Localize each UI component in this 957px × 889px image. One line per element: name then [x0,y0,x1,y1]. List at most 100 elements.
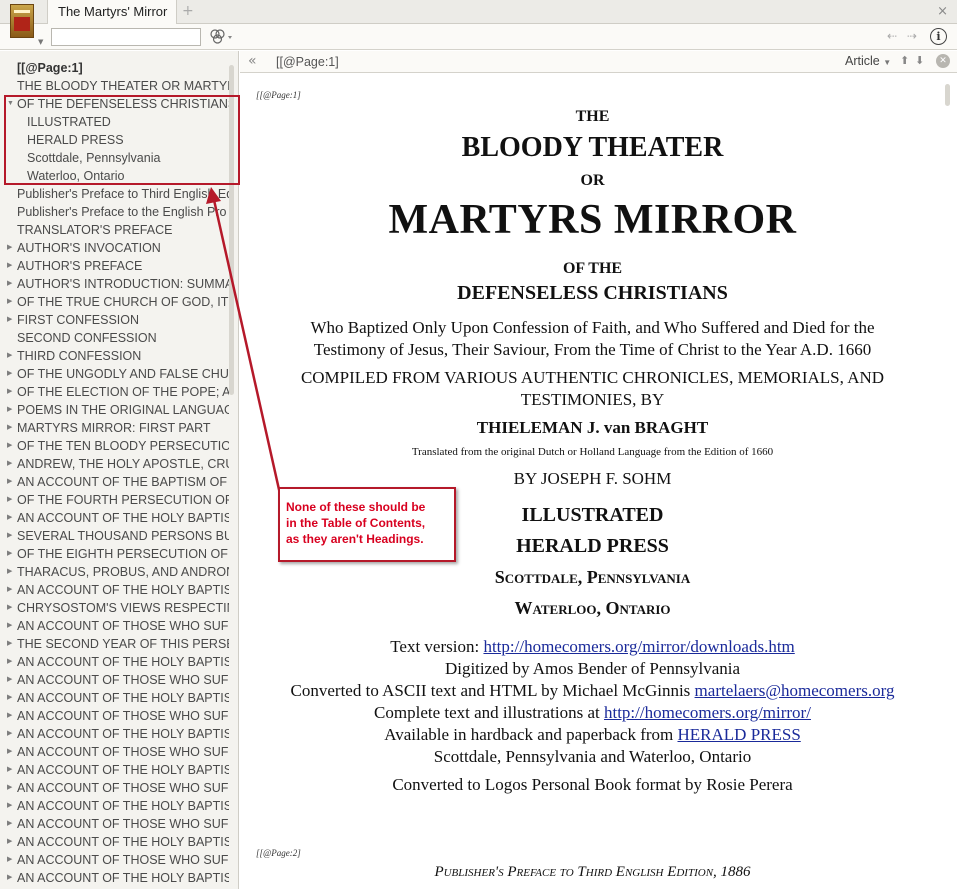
collapsed-triangle-icon[interactable]: ▶ [7,311,12,329]
chevron-down-icon[interactable]: ▼ [38,38,43,46]
collapsed-triangle-icon[interactable]: ▶ [7,617,12,635]
toc-item[interactable]: Publisher's Preface to the English Pro [0,203,229,221]
collapsed-triangle-icon[interactable]: ▶ [7,509,12,527]
subtitle-line-1: Who Baptized Only Upon Confession of Fai… [310,318,875,337]
toc-item[interactable]: ▶ OF THE TRUE CHURCH OF GOD, ITS ORIGIN [0,293,229,311]
reference-label[interactable]: [[@Page:1] [276,55,339,69]
collapsed-triangle-icon[interactable]: ▶ [7,545,12,563]
herald-press-link[interactable]: HERALD PRESS [678,725,801,744]
info-icon[interactable]: i [930,28,947,45]
toc-item[interactable]: SECOND CONFESSION [0,329,229,347]
collapsed-triangle-icon[interactable]: ▶ [7,797,12,815]
collapsed-triangle-icon[interactable]: ▶ [7,707,12,725]
toc-item[interactable]: ▶ AN ACCOUNT OF THE HOLY BAPTISM [0,869,229,887]
collapsed-triangle-icon[interactable]: ▶ [7,815,12,833]
toc-item[interactable]: ▶ OF THE ELECTION OF THE POPE; AND [0,383,229,401]
view-selector[interactable]: Article ▼ [845,54,891,68]
email-link[interactable]: martelaers@homecomers.org [695,681,895,700]
collapsed-triangle-icon[interactable]: ▶ [7,239,12,257]
toc-item[interactable]: TRANSLATOR'S PREFACE [0,221,229,239]
mirror-link[interactable]: http://homecomers.org/mirror/ [604,703,811,722]
toc-item[interactable]: ▶ ANDREW, THE HOLY APOSTLE, CRUCIFIED [0,455,229,473]
page-milestone: [[@Page:1] [256,90,301,100]
collapsed-triangle-icon[interactable]: ▶ [7,347,12,365]
toc-item[interactable]: ▶ AUTHOR'S PREFACE [0,257,229,275]
text-version-link[interactable]: http://homecomers.org/mirror/downloads.h… [483,637,794,656]
collapse-sidebar-button[interactable]: « [248,53,257,69]
toc-item[interactable]: ▶ AN ACCOUNT OF THOSE WHO SUFFERED [0,743,229,761]
arrow-down-icon[interactable]: ⬇ [915,54,924,67]
collapsed-triangle-icon[interactable]: ▶ [7,653,12,671]
collapsed-triangle-icon[interactable]: ▶ [7,455,12,473]
collapsed-triangle-icon[interactable]: ▶ [7,257,12,275]
toc-item[interactable]: ▶ AN ACCOUNT OF THE HOLY BAPTISM [0,761,229,779]
toc-item[interactable]: ▶ AUTHOR'S INVOCATION [0,239,229,257]
collapsed-triangle-icon[interactable]: ▶ [7,761,12,779]
toc-item[interactable]: ▶ AN ACCOUNT OF THOSE WHO SUFFERED [0,851,229,869]
toc-item[interactable]: ▶ OF THE TEN BLOODY PERSECUTIONS [0,437,229,455]
collapsed-triangle-icon[interactable]: ▶ [7,581,12,599]
collapsed-triangle-icon[interactable]: ▶ [7,275,12,293]
collapsed-triangle-icon[interactable]: ▶ [7,491,12,509]
toc-item[interactable]: THE BLOODY THEATER OR MARTYRS MIRROR [0,77,229,95]
back-icon[interactable]: ⇠ [887,29,897,43]
toc-item[interactable]: ▶ MARTYRS MIRROR: FIRST PART [0,419,229,437]
search-input[interactable] [51,28,201,46]
toc-item[interactable]: ▶ AN ACCOUNT OF THE HOLY BAPTISM [0,833,229,851]
tab-martyrs-mirror[interactable]: The Martyrs' Mirror [47,0,177,25]
collapsed-triangle-icon[interactable]: ▶ [7,383,12,401]
toc-item[interactable]: ▶ THE SECOND YEAR OF THIS PERSECUTION [0,635,229,653]
collapsed-triangle-icon[interactable]: ▶ [7,635,12,653]
collapsed-triangle-icon[interactable]: ▶ [7,401,12,419]
toc-item[interactable]: ▶ THARACUS, PROBUS, AND ANDRONICUS [0,563,229,581]
collapsed-triangle-icon[interactable]: ▶ [7,869,12,887]
toc-item[interactable]: ▶ AN ACCOUNT OF THE HOLY BAPTISM [0,689,229,707]
toc-item[interactable]: ▶ OF THE UNGODLY AND FALSE CHURCH [0,365,229,383]
content-scrollbar[interactable] [945,84,950,106]
toc-item[interactable]: ▶ THIRD CONFESSION [0,347,229,365]
collapsed-triangle-icon[interactable]: ▶ [7,689,12,707]
toc-item[interactable]: ▶ SEVERAL THOUSAND PERSONS BURNED [0,527,229,545]
collapsed-triangle-icon[interactable]: ▶ [7,743,12,761]
close-tab-button[interactable]: × [937,4,948,19]
toc-item[interactable]: ▶ AN ACCOUNT OF THE HOLY BAPTISM [0,509,229,527]
collapsed-triangle-icon[interactable]: ▶ [7,563,12,581]
toc-item[interactable]: ▶ AN ACCOUNT OF THOSE WHO SUFFERED [0,779,229,797]
toc-item[interactable]: ▶ AN ACCOUNT OF THE HOLY BAPTISM [0,653,229,671]
collapsed-triangle-icon[interactable]: ▶ [7,293,12,311]
collapsed-triangle-icon[interactable]: ▶ [7,419,12,437]
toc-item[interactable]: ▶ AN ACCOUNT OF THOSE WHO SUFFERED [0,815,229,833]
toc-item[interactable]: ▶ AN ACCOUNT OF THOSE WHO SUFFERED [0,707,229,725]
waterloo-heading: Waterloo, Ontario [514,598,671,618]
toc-item[interactable]: ▶ AN ACCOUNT OF THOSE WHO SUFFERED [0,671,229,689]
toc-item[interactable]: ▶ CHRYSOSTOM'S VIEWS RESPECTING [0,599,229,617]
toc-item[interactable]: ▶ AN ACCOUNT OF THE HOLY BAPTISM [0,581,229,599]
collapsed-triangle-icon[interactable]: ▶ [7,779,12,797]
toc-item[interactable]: ▶ OF THE EIGHTH PERSECUTION OF THE [0,545,229,563]
collapsed-triangle-icon[interactable]: ▶ [7,851,12,869]
collapsed-triangle-icon[interactable]: ▶ [7,527,12,545]
arrow-up-icon[interactable]: ⬆ [900,54,909,67]
collapsed-triangle-icon[interactable]: ▶ [7,671,12,689]
toc-item[interactable]: ▶ OF THE FOURTH PERSECUTION OF THE [0,491,229,509]
toc-item[interactable]: ▶ AN ACCOUNT OF THE HOLY BAPTISM [0,797,229,815]
collapsed-triangle-icon[interactable]: ▶ [7,365,12,383]
filter-icon[interactable] [208,27,236,47]
collapsed-triangle-icon[interactable]: ▶ [7,437,12,455]
forward-icon[interactable]: ⇢ [907,29,917,43]
toc-item[interactable]: [[@Page:1] [0,59,229,77]
collapsed-triangle-icon[interactable]: ▶ [7,833,12,851]
toc-item[interactable]: ▶ AN ACCOUNT OF THE BAPTISM OF THE [0,473,229,491]
toc-item[interactable]: ▶ AN ACCOUNT OF THE HOLY BAPTISM [0,725,229,743]
book-cover-thumbnail[interactable]: ▼ [4,2,43,46]
close-pane-button[interactable]: ✕ [936,54,950,68]
toc-item[interactable]: Publisher's Preface to Third English Edi… [0,185,229,203]
toc-item[interactable]: ▶ POEMS IN THE ORIGINAL LANGUAGE [0,401,229,419]
toc-item[interactable]: ▶ AN ACCOUNT OF THOSE WHO SUFFERED [0,617,229,635]
add-tab-button[interactable]: + [182,3,194,19]
collapsed-triangle-icon[interactable]: ▶ [7,725,12,743]
toc-item[interactable]: ▶ FIRST CONFESSION [0,311,229,329]
collapsed-triangle-icon[interactable]: ▶ [7,473,12,491]
toc-item[interactable]: ▶ AUTHOR'S INTRODUCTION: SUMMARY [0,275,229,293]
collapsed-triangle-icon[interactable]: ▶ [7,599,12,617]
